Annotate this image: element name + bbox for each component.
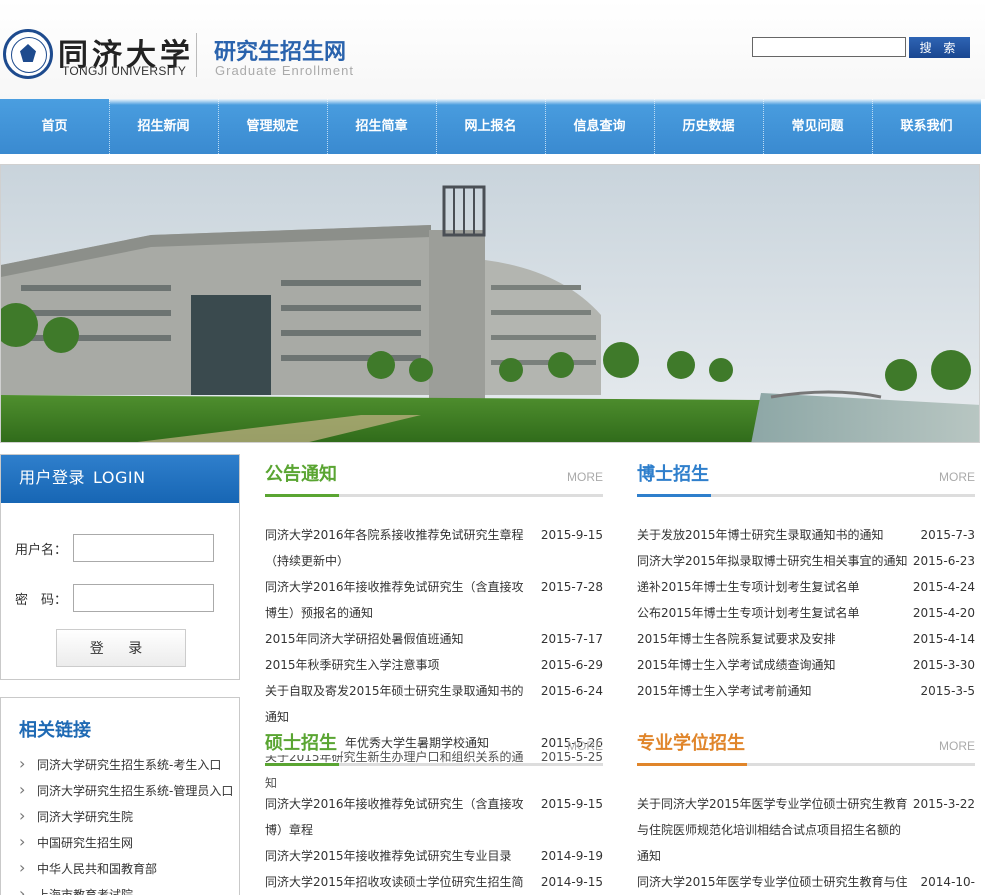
master-title[interactable]: 硕士招生 (265, 729, 341, 755)
campus-banner-image (0, 164, 980, 443)
site-title[interactable]: 研究生招生网 (214, 34, 346, 66)
link-item[interactable]: 同济大学研究生院 (19, 803, 233, 830)
notice-more-link[interactable]: MORE (567, 470, 603, 484)
password-input[interactable] (73, 584, 214, 612)
link-item[interactable]: 同济大学研究生招生系统-管理员入口 (19, 777, 233, 804)
link-item[interactable]: 中国研究生招生网 (19, 829, 233, 856)
master-accent (265, 763, 339, 766)
notice-title[interactable]: 公告通知 (265, 460, 337, 486)
professional-section: 专业学位招生 MORE 关于同济大学2015年医学专业学位硕士研究生教育与住院医… (637, 729, 975, 895)
nav-home[interactable]: 首页 (0, 99, 109, 154)
list-item[interactable]: 公布2015年博士生专项计划考生复试名单 2015-4-20 (637, 600, 975, 626)
list-item[interactable]: 同济大学2015年接收推荐免试研究生专业目录 2014-9-19 (265, 843, 603, 869)
related-links-panel: 相关链接 同济大学研究生招生系统-考生入口 同济大学研究生招生系统-管理员入口 … (0, 697, 240, 895)
list-item[interactable]: 同济大学2015年医学专业学位硕士研究生教育与住 2014-10- (637, 869, 975, 895)
university-seal-logo[interactable] (3, 29, 53, 79)
list-item[interactable]: 2015年秋季研究生入学注意事项 2015-6-29 (265, 652, 603, 678)
list-item[interactable]: 同济大学2015年招收攻读硕士学位研究生招生简章2014-9-15 (265, 869, 603, 895)
phd-section: 博士招生 MORE 关于发放2015年博士研究生录取通知书的通知 2015-7-3… (637, 460, 975, 700)
username-input[interactable] (73, 534, 214, 562)
nav-info-query[interactable]: 信息查询 (545, 99, 654, 154)
login-title: 用户登录 (19, 468, 86, 487)
logo-divider (196, 33, 197, 77)
master-list: 同济大学2016年接收推荐免试研究生（含直接攻博）章程 2015-9-15 同济大… (265, 791, 603, 895)
list-item[interactable]: 递补2015年博士生专项计划考生复试名单 2015-4-24 (637, 574, 975, 600)
header: 同济大学 TONGJI UNIVERSITY 研究生招生网 Graduate E… (0, 0, 985, 99)
nav-faq[interactable]: 常见问题 (763, 99, 872, 154)
login-button[interactable]: 登 录 (56, 629, 186, 667)
login-header: 用户登录 LOGIN (1, 455, 239, 503)
nav-online-registration[interactable]: 网上报名 (436, 99, 545, 154)
professional-list: 关于同济大学2015年医学专业学位硕士研究生教育与住院医师规范化培训相结合试点项… (637, 791, 975, 895)
logo-english-name: TONGJI UNIVERSITY (62, 64, 187, 78)
search-input[interactable] (752, 37, 906, 57)
list-item[interactable]: 同济大学2016年各院系接收推荐免试研究生章程（持续更新中） 2015-9-15 (265, 522, 603, 574)
username-label: 用户名： (15, 542, 68, 558)
related-links-title: 相关链接 (19, 720, 91, 741)
phd-title[interactable]: 博士招生 (637, 460, 709, 486)
list-item[interactable]: 关于自取及寄发2015年硕士研究生录取通知书的通知 2015-6-24 (265, 678, 603, 730)
phd-accent (637, 494, 711, 497)
list-item[interactable]: 2015年博士生各院系复试要求及安排 2015-4-14 (637, 626, 975, 652)
main-nav: 首页 招生新闻 管理规定 招生简章 网上报名 信息查询 历史数据 常见问题 联系… (0, 99, 981, 154)
nav-regulations[interactable]: 管理规定 (218, 99, 327, 154)
list-item[interactable]: 同济大学2016年接收推荐免试研究生（含直接攻博生）预报名的通知 2015-7-2… (265, 574, 603, 626)
professional-title[interactable]: 专业学位招生 (637, 729, 745, 755)
link-item[interactable]: 中华人民共和国教育部 (19, 855, 233, 882)
list-item[interactable]: 关于发放2015年博士研究生录取通知书的通知 2015-7-3 (637, 522, 975, 548)
list-item[interactable]: 2015年博士生入学考试成绩查询通知 2015-3-30 (637, 652, 975, 678)
related-links-list: 同济大学研究生招生系统-考生入口 同济大学研究生招生系统-管理员入口 同济大学研… (19, 751, 233, 895)
list-item[interactable]: 同济大学2015年拟录取博士研究生相关事宜的通知 2015-6-23 (637, 548, 975, 574)
phd-more-link[interactable]: MORE (939, 470, 975, 484)
password-row: 密 码： (15, 584, 214, 612)
list-item[interactable]: 关于同济大学2015年医学专业学位硕士研究生教育与住院医师规范化培训相结合试点项… (637, 791, 975, 869)
list-item[interactable]: 2015年同济大学研招处暑假值班通知 2015-7-17 (265, 626, 603, 652)
nav-admission-news[interactable]: 招生新闻 (109, 99, 218, 154)
list-item[interactable]: 同济大学2016年接收推荐免试研究生（含直接攻博）章程 2015-9-15 (265, 791, 603, 843)
login-panel: 用户登录 LOGIN 用户名： 密 码： 登 录 (0, 454, 240, 680)
nav-brochure[interactable]: 招生简章 (327, 99, 436, 154)
list-item[interactable]: 2015年博士生入学考试考前通知 2015-3-5 (637, 678, 975, 704)
notice-section: 公告通知 MORE 同济大学2016年各院系接收推荐免试研究生章程（持续更新中）… (265, 460, 603, 790)
nav-history-data[interactable]: 历史数据 (654, 99, 763, 154)
professional-more-link[interactable]: MORE (939, 739, 975, 753)
phd-list: 关于发放2015年博士研究生录取通知书的通知 2015-7-3 同济大学2015年… (637, 522, 975, 704)
search-button[interactable]: 搜 索 (909, 37, 970, 58)
site-subtitle: Graduate Enrollment (215, 63, 354, 78)
link-item[interactable]: 同济大学研究生招生系统-考生入口 (19, 751, 233, 778)
professional-accent (637, 763, 747, 766)
master-more-link[interactable]: MORE (567, 739, 603, 753)
link-item[interactable]: 上海市教育考试院 (19, 881, 233, 895)
username-row: 用户名： (15, 534, 214, 562)
notice-accent (265, 494, 339, 497)
password-label: 密 码： (15, 592, 68, 608)
login-title-en: LOGIN (93, 468, 146, 487)
master-section: 硕士招生 MORE 同济大学2016年接收推荐免试研究生（含直接攻博）章程 201… (265, 729, 603, 895)
nav-contact[interactable]: 联系我们 (872, 99, 981, 154)
